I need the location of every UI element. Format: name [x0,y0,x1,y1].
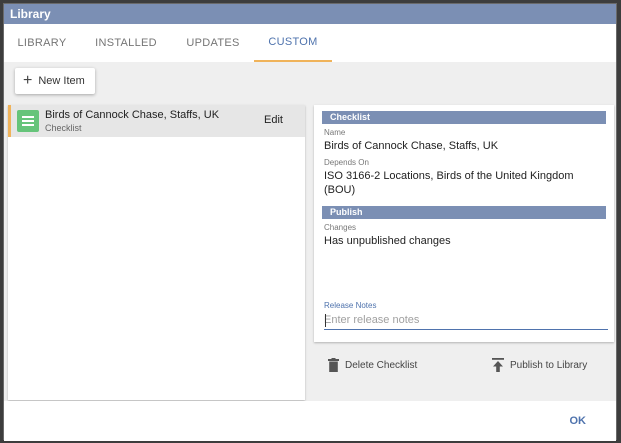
trash-icon [328,358,339,372]
content-area: + New Item Birds of Cannock Chase, Staff… [4,62,616,401]
dialog-footer: OK [4,401,616,441]
edit-button[interactable]: Edit [264,114,283,126]
text-cursor [325,314,326,327]
publish-to-library-label: Publish to Library [510,359,588,371]
depends-on-value: ISO 3166-2 Locations, Birds of the Unite… [324,170,574,196]
changes-value: Has unpublished changes [324,235,451,247]
new-item-label: New Item [38,75,85,87]
changes-label: Changes [324,223,357,232]
list-item[interactable]: Birds of Cannock Chase, Staffs, UK Check… [8,105,305,137]
new-item-button[interactable]: + New Item [15,68,95,94]
upload-icon [492,358,504,372]
plus-icon: + [23,72,33,89]
tab-updates[interactable]: UPDATES [174,24,252,62]
release-notes-input[interactable] [324,311,608,330]
tab-bar: LIBRARY INSTALLED UPDATES CUSTOM [4,24,616,62]
publish-section-header: Publish [322,206,606,219]
checklist-section-header: Checklist [322,111,606,124]
name-label: Name [324,128,346,137]
ok-button[interactable]: OK [570,415,587,427]
list-item-subtitle: Checklist [45,123,82,133]
list-item-title: Birds of Cannock Chase, Staffs, UK [45,109,220,121]
name-value: Birds of Cannock Chase, Staffs, UK [324,140,499,152]
list-icon [17,110,39,132]
tab-installed[interactable]: INSTALLED [84,24,168,62]
item-list: Birds of Cannock Chase, Staffs, UK Check… [8,105,305,400]
delete-checklist-button[interactable]: Delete Checklist [328,358,417,372]
delete-checklist-label: Delete Checklist [345,359,418,371]
dialog-title: Library [4,4,616,24]
tab-library[interactable]: LIBRARY [4,24,80,62]
tab-custom[interactable]: CUSTOM [254,24,332,62]
release-notes-label: Release Notes [324,301,377,310]
detail-card: Checklist Name Birds of Cannock Chase, S… [314,105,614,372]
library-dialog: Library LIBRARY INSTALLED UPDATES CUSTOM… [3,3,617,441]
depends-on-label: Depends On [324,158,369,167]
publish-to-library-button[interactable]: Publish to Library [492,358,587,372]
